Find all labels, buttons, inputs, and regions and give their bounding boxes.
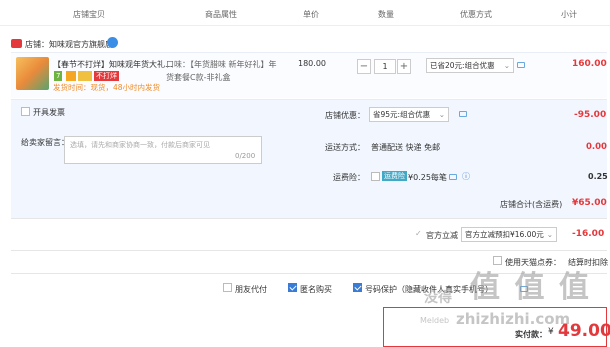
shop-name[interactable]: 店铺：知味观官方旗舰店 [25,39,113,50]
pay-currency: ¥ [548,327,554,337]
chevron-down-icon: ⌄ [438,110,445,119]
tag-7: 7 [54,71,63,81]
cart-header: 店铺宝贝 商品属性 单价 数量 优惠方式 小计 [0,0,610,26]
chevron-down-icon: ⌄ [503,61,510,70]
shop-discount-value-text: 省95元:组合优惠 [373,110,431,119]
privacy-checkbox[interactable] [353,283,362,292]
official-value: -16.00 [572,229,605,239]
watermark-logo: 值 值 值 [470,270,591,305]
item-attr-line2: 货套餐C款-非礼盒 [166,73,231,82]
header-qty: 数量 [378,10,394,19]
comment-icon[interactable] [517,62,525,68]
ship-time: 发货时间：现货，48小时内发货 [53,83,161,92]
message-placeholder: 选填，请先和商家协商一致，付款后商家可见 [70,141,210,149]
item-discount-value: 已省20元:组合优惠 [430,61,495,70]
insure-tag: 运费险 [382,171,407,181]
header-discount: 优惠方式 [460,10,492,19]
shop-discount-label: 店铺优惠： [325,111,365,120]
tag-no-close: 不打烊 [94,71,119,81]
ship-value: 普通配送 快递 免邮 [371,143,441,152]
comment-icon[interactable] [459,111,467,117]
friend-pay-checkbox[interactable] [223,283,232,292]
watermark-site: zhizhizhi.com [456,310,571,328]
anonymous-label: 匿名购买 [300,285,332,294]
ship-label: 运送方式： [325,143,365,152]
header-shop-item: 店铺宝贝 [73,10,105,19]
qty-plus-button[interactable]: + [397,59,411,74]
shop-discount-select[interactable]: 省95元:组合优惠 ⌄ [369,107,449,122]
shop-total-label: 店铺合计(含运费) [500,200,563,209]
message-counter: 0/200 [235,152,256,160]
comment-icon[interactable] [449,174,457,180]
insure-cost: 0.25 [588,172,608,181]
shop-total-value: ¥65.00 [572,198,607,208]
divider [11,218,607,219]
item-attr-line1: 口味：【年货腊味 新年好礼】年 [166,60,277,69]
anonymous-checkbox[interactable] [288,283,297,292]
item-subtotal: 160.00 [572,59,607,69]
chat-badge-icon[interactable] [107,37,118,48]
shop-icon [11,39,22,48]
official-label: 官方立减 [426,231,458,240]
watermark-brand: Meldeb [420,316,450,325]
insure-checkbox[interactable] [371,172,380,181]
header-attrs: 商品属性 [205,10,237,19]
qty-minus-button[interactable]: − [357,59,371,74]
tag-card-icon [78,71,92,81]
shop-discount-value: -95.00 [574,110,607,120]
item-title[interactable]: 【春节不打烊】知味观年货大礼... [53,59,173,70]
tag-guarantee-icon [66,71,76,81]
help-icon[interactable]: ⓘ [462,171,470,182]
insure-label: 运费险： [333,173,365,182]
pay-label: 实付款： [515,330,547,339]
official-select[interactable]: 官方立减预扣¥16.00元 ⌄ [461,227,557,242]
invoice-checkbox[interactable] [21,107,30,116]
insure-value: ¥0.25每笔 [408,173,447,182]
chevron-down-icon: ⌄ [546,230,553,239]
official-check-icon: ✓ [415,229,422,238]
divider [11,250,607,251]
item-price: 180.00 [298,59,326,68]
header-price: 单价 [303,10,319,19]
ship-cost: 0.00 [586,142,607,152]
watermark-cn: 没得 [424,290,452,306]
official-select-value: 官方立减预扣¥16.00元 [465,230,544,239]
qty-input[interactable]: 1 [374,59,396,74]
item-discount-select[interactable]: 已省20元:组合优惠 ⌄ [426,58,514,73]
friend-pay-label: 朋友代付 [235,285,267,294]
message-label: 给卖家留言： [21,138,69,147]
product-thumbnail[interactable] [16,57,49,90]
invoice-label: 开具发票 [33,108,65,117]
header-subtotal: 小计 [561,10,577,19]
